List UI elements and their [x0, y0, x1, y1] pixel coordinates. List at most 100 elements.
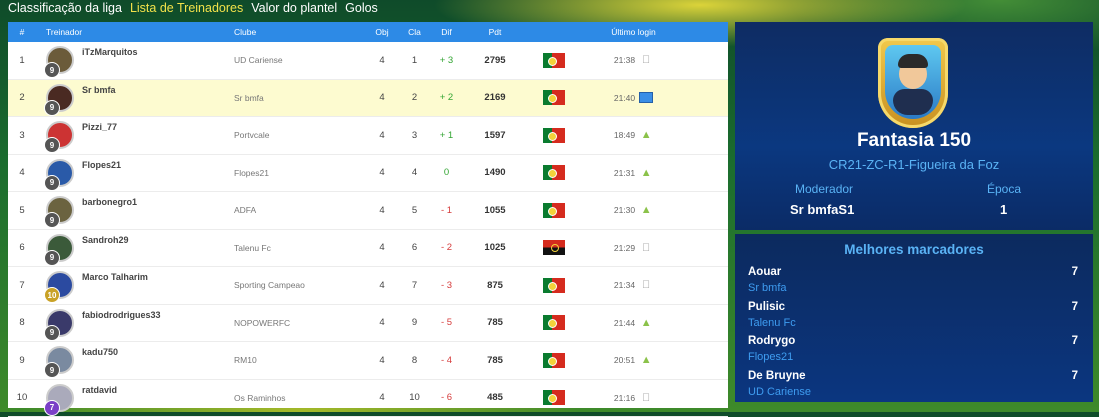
obj-value: 4: [364, 317, 400, 328]
coach-name[interactable]: iTzMarquitos: [82, 47, 138, 57]
dif-value: - 6: [429, 392, 464, 403]
table-row[interactable]: 19iTzMarquitosUD Cariense41+ 3279521:38: [8, 42, 728, 80]
tab-league-standings[interactable]: Classificação da liga: [8, 1, 122, 19]
table-row[interactable]: 89fabiodrodrigues33NOPOWERFC49- 578521:4…: [8, 305, 728, 343]
cla-value: 7: [400, 280, 429, 291]
club-name[interactable]: NOPOWERFC: [234, 318, 364, 328]
obj-value: 4: [364, 280, 400, 291]
coach-name[interactable]: Sr bmfa: [82, 85, 116, 95]
moderator-value: Sr bmfaS1: [790, 202, 854, 217]
table-row[interactable]: 710Marco TalharimSporting Campeao47- 387…: [8, 267, 728, 305]
club-name[interactable]: Portvcale: [234, 130, 364, 140]
tab-goals[interactable]: Golos: [345, 1, 378, 19]
apple-icon: : [639, 278, 653, 292]
last-login: 21:44▲: [581, 316, 686, 330]
table-row[interactable]: 69Sandroh29Talenu Fc46- 2102521:29: [8, 230, 728, 268]
header-obj[interactable]: Obj: [364, 27, 400, 37]
coach-name[interactable]: kadu750: [82, 347, 118, 357]
coach-name[interactable]: ratdavid: [82, 385, 117, 395]
club-name[interactable]: Sr bmfa: [234, 93, 364, 103]
coach-name[interactable]: Sandroh29: [82, 235, 129, 245]
coach-name[interactable]: barbonegro1: [82, 197, 137, 207]
login-time: 21:44: [614, 318, 635, 328]
table-row[interactable]: 99kadu750RM1048- 478520:51▲: [8, 342, 728, 380]
tab-coach-list[interactable]: Lista de Treinadores: [130, 1, 243, 19]
club-name[interactable]: UD Cariense: [234, 55, 364, 65]
pdt-value: 785: [464, 355, 526, 366]
coach-name[interactable]: Flopes21: [82, 160, 121, 170]
coach-name[interactable]: Marco Talharim: [82, 272, 148, 282]
coach-cell[interactable]: 9fabiodrodrigues33: [36, 305, 234, 342]
login-time: 21:40: [614, 93, 635, 103]
level-badge: 9: [44, 100, 60, 116]
coach-cell[interactable]: 9Pizzi_77: [36, 117, 234, 154]
table-row[interactable]: 29Sr bmfaSr bmfa42+ 2216921:40: [8, 80, 728, 118]
pdt-value: 1025: [464, 242, 526, 253]
club-name[interactable]: Sporting Campeao: [234, 280, 364, 290]
cla-value: 8: [400, 355, 429, 366]
scorer-club[interactable]: Sr bmfa: [748, 282, 787, 294]
level-badge: 9: [44, 362, 60, 378]
table-row[interactable]: 107ratdavidOs Raminhos410- 648521:16: [8, 380, 728, 417]
header-dif[interactable]: Dif: [429, 27, 464, 37]
login-time: 18:49: [614, 130, 635, 140]
club-name[interactable]: Talenu Fc: [234, 243, 364, 253]
season-label: Época: [987, 182, 1021, 196]
coach-cell[interactable]: 9 Sr bmfa: [36, 80, 234, 117]
portugal-flag-icon: [543, 165, 565, 180]
portugal-flag-icon: [543, 353, 565, 368]
scorer-name: De Bruyne: [748, 370, 806, 382]
last-login: 21:16: [581, 391, 686, 405]
coach-cell[interactable]: 9iTzMarquitos: [36, 42, 234, 79]
header-coach[interactable]: Treinador: [36, 22, 234, 42]
pdt-value: 485: [464, 392, 526, 403]
flag-cell: [526, 278, 581, 293]
scorer-club[interactable]: Flopes21: [748, 351, 793, 363]
scorer-item[interactable]: Pulisic Talenu Fc 7: [748, 301, 1078, 335]
coach-name[interactable]: fabiodrodrigues33: [82, 310, 161, 320]
obj-value: 4: [364, 92, 400, 103]
table-row[interactable]: 49Flopes21Flopes21440149021:31▲: [8, 155, 728, 193]
scorer-item[interactable]: Aouar Sr bmfa 7: [748, 266, 1078, 300]
login-time: 21:31: [614, 168, 635, 178]
scorer-club[interactable]: UD Cariense: [748, 386, 811, 398]
row-rank: 10: [8, 392, 36, 403]
header-cla[interactable]: Cla: [400, 27, 429, 37]
dif-value: - 1: [429, 205, 464, 216]
club-name[interactable]: RM10: [234, 355, 364, 365]
cla-value: 2: [400, 92, 429, 103]
pdt-value: 2795: [464, 55, 526, 66]
scorer-item[interactable]: Rodrygo Flopes21 7: [748, 335, 1078, 369]
pdt-value: 875: [464, 280, 526, 291]
club-name[interactable]: ADFA: [234, 205, 364, 215]
flag-cell: [526, 203, 581, 218]
table-row[interactable]: 39Pizzi_77Portvcale43+ 1159718:49▲: [8, 117, 728, 155]
coach-cell[interactable]: 7ratdavid: [36, 380, 234, 417]
login-time: 21:29: [614, 243, 635, 253]
coach-name[interactable]: Pizzi_77: [82, 122, 117, 132]
android-icon: ▲: [639, 166, 653, 180]
flag-cell: [526, 128, 581, 143]
table-header: # Treinador Clube Obj Cla Dif Pdt Último…: [8, 22, 728, 42]
row-rank: 8: [8, 317, 36, 328]
scorer-club[interactable]: Talenu Fc: [748, 317, 796, 329]
coach-cell[interactable]: 9Sandroh29: [36, 230, 234, 267]
header-club[interactable]: Clube: [234, 27, 364, 37]
club-name[interactable]: Flopes21: [234, 168, 364, 178]
scorer-item[interactable]: De Bruyne UD Cariense 7: [748, 370, 1078, 404]
manager-badge-icon: [878, 38, 948, 128]
tab-squad-value[interactable]: Valor do plantel: [251, 1, 337, 19]
login-time: 21:16: [614, 393, 635, 403]
header-last-login[interactable]: Último login: [581, 27, 686, 37]
club-name[interactable]: Os Raminhos: [234, 393, 364, 403]
row-rank: 4: [8, 167, 36, 178]
last-login: 21:31 ▲: [581, 166, 686, 180]
coach-cell[interactable]: 10Marco Talharim: [36, 267, 234, 304]
dif-value: + 3: [429, 55, 464, 66]
coach-cell[interactable]: 9 kadu750: [36, 342, 234, 379]
coach-cell[interactable]: 9barbonegro1: [36, 192, 234, 229]
table-row[interactable]: 59barbonegro1ADFA45- 1105521:30▲: [8, 192, 728, 230]
apple-icon: : [639, 53, 653, 67]
header-pdt[interactable]: Pdt: [464, 27, 526, 37]
coach-cell[interactable]: 9Flopes21: [36, 155, 234, 192]
